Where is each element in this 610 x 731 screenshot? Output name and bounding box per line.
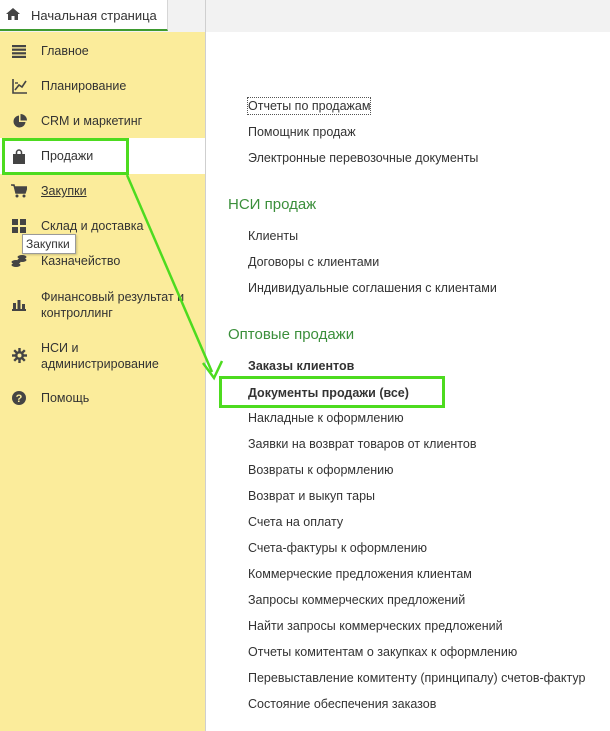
sidebar-item-label-line2: контроллинг: [41, 306, 113, 320]
home-tab-label: Начальная страница: [31, 8, 157, 23]
link-order-fulfillment-status[interactable]: Состояние обеспечения заказов: [248, 696, 436, 712]
link-find-offer-requests[interactable]: Найти запросы коммерческих предложений: [248, 618, 503, 634]
main-content: Отчеты по продажам Помощник продаж Элект…: [206, 32, 610, 731]
shopping-bag-icon: [11, 148, 27, 164]
bar-chart-icon: [11, 296, 27, 312]
link-client-orders[interactable]: Заказы клиентов: [248, 358, 354, 374]
sidebar-item-label-line2: администрирование: [41, 357, 159, 371]
home-tab[interactable]: Начальная страница: [0, 0, 168, 31]
sidebar-item-label: Продажи: [41, 149, 94, 163]
link-consignor-reports[interactable]: Отчеты комитентам о закупках к оформлени…: [248, 644, 517, 660]
link-returns-to-process[interactable]: Возвраты к оформлению: [248, 462, 394, 478]
link-sales-reports[interactable]: Отчеты по продажам: [246, 97, 372, 115]
section-title-wholesale: Оптовые продажи: [228, 326, 355, 343]
link-commercial-offers[interactable]: Коммерческие предложения клиентам: [248, 566, 472, 582]
sidebar-item-label: Финансовый результат и контроллинг: [41, 289, 184, 321]
link-clients[interactable]: Клиенты: [248, 228, 298, 244]
link-return-requests[interactable]: Заявки на возврат товаров от клиентов: [248, 436, 476, 452]
planning-chart-icon: [11, 78, 27, 94]
grid-blocks-icon: [11, 218, 27, 234]
sidebar-item-admin[interactable]: НСИ и администрирование: [0, 336, 205, 376]
svg-text:?: ?: [16, 393, 23, 405]
sidebar: [0, 32, 205, 731]
tooltip: Закупки: [22, 234, 76, 254]
top-tab-bar: Начальная страница: [0, 0, 610, 32]
link-vat-invoices[interactable]: Счета-фактуры к оформлению: [248, 540, 427, 556]
sidebar-item-label-line1: Финансовый результат и: [41, 290, 185, 304]
sidebar-item-label: CRM и маркетинг: [41, 114, 143, 128]
section-title-nsi: НСИ продаж: [228, 196, 317, 213]
sidebar-item-purchases[interactable]: Закупки: [0, 178, 205, 204]
menu-lines-icon: [11, 43, 27, 59]
home-icon: [6, 8, 20, 20]
sidebar-item-help[interactable]: ? Помощь: [0, 385, 205, 411]
help-icon: ?: [11, 390, 27, 406]
link-payment-bills[interactable]: Счета на оплату: [248, 514, 343, 530]
link-sales-documents-all[interactable]: Документы продажи (все): [248, 385, 409, 401]
link-sales-assistant[interactable]: Помощник продаж: [248, 124, 356, 140]
sidebar-item-label: НСИ и администрирование: [41, 340, 159, 372]
sidebar-item-label: Планирование: [41, 79, 127, 93]
sidebar-item-label: Помощь: [41, 391, 90, 405]
link-invoices-to-process[interactable]: Накладные к оформлению: [248, 410, 404, 426]
link-offer-requests[interactable]: Запросы коммерческих предложений: [248, 592, 465, 608]
coins-icon: [11, 253, 27, 269]
sidebar-item-crm[interactable]: CRM и маркетинг: [0, 108, 205, 134]
link-electronic-transport-docs[interactable]: Электронные перевозочные документы: [248, 150, 478, 166]
sidebar-item-label: Главное: [41, 44, 89, 58]
sidebar-item-main[interactable]: Главное: [0, 38, 205, 64]
link-client-contracts[interactable]: Договоры с клиентами: [248, 254, 379, 270]
gear-icon: [11, 347, 27, 363]
sidebar-item-planning[interactable]: Планирование: [0, 73, 205, 99]
sidebar-item-label: Склад и доставка: [41, 219, 144, 233]
sidebar-item-sales[interactable]: Продажи: [0, 138, 205, 174]
cart-icon: [11, 183, 27, 199]
sidebar-item-financial-result[interactable]: Финансовый результат и контроллинг: [0, 285, 205, 325]
sidebar-item-label: Казначейство: [41, 254, 121, 268]
link-individual-agreements[interactable]: Индивидуальные соглашения с клиентами: [248, 280, 497, 296]
pie-chart-icon: [11, 113, 27, 129]
link-container-return[interactable]: Возврат и выкуп тары: [248, 488, 375, 504]
sidebar-item-label-line1: НСИ и: [41, 341, 79, 355]
sidebar-item-label: Закупки: [41, 184, 87, 198]
link-reinvoicing[interactable]: Перевыставление комитенту (принципалу) с…: [248, 670, 585, 686]
